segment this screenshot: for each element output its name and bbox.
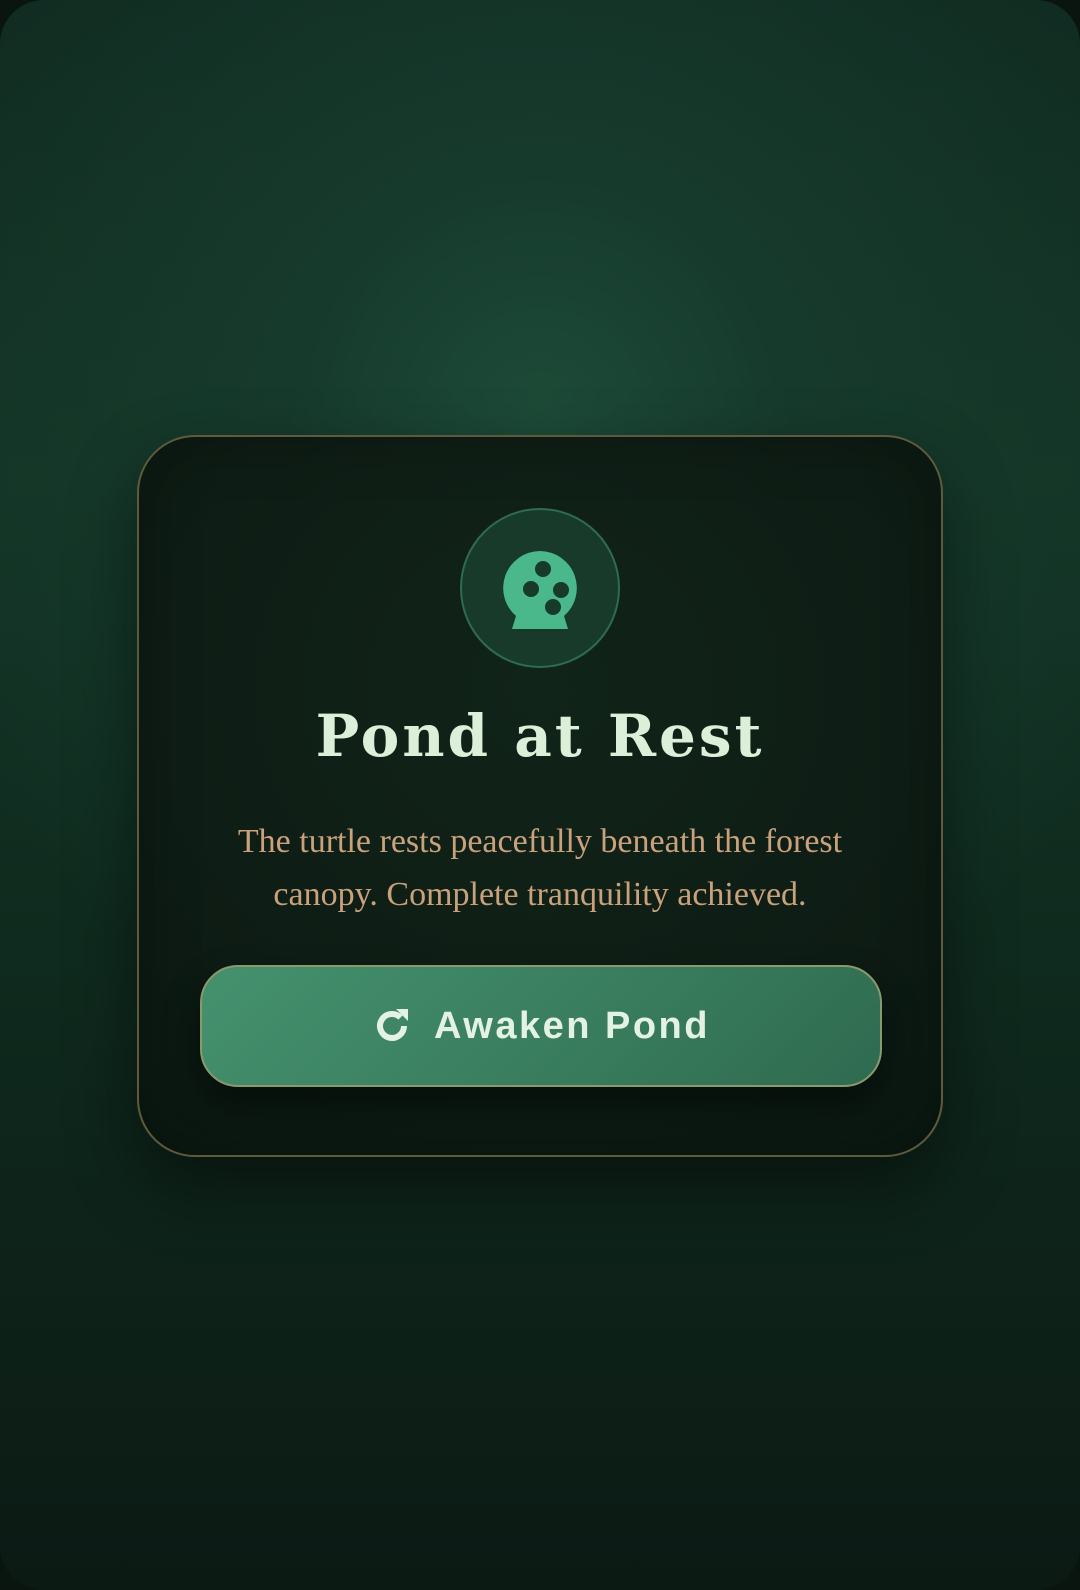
status-description: The turtle rests peacefully beneath the … — [237, 823, 843, 913]
status-icon-badge — [460, 508, 620, 668]
app-screen: Pond at Rest The turtle rests peacefully… — [0, 0, 1080, 1590]
awaken-pond-button[interactable]: Awaken Pond — [200, 965, 882, 1087]
turtle-shell-icon — [503, 551, 577, 629]
awaken-pond-label: Awaken Pond — [434, 1004, 710, 1047]
status-card: Pond at Rest The turtle rests peacefully… — [137, 435, 943, 1157]
page-title: Pond at Rest — [315, 702, 765, 770]
refresh-icon — [372, 1006, 412, 1046]
